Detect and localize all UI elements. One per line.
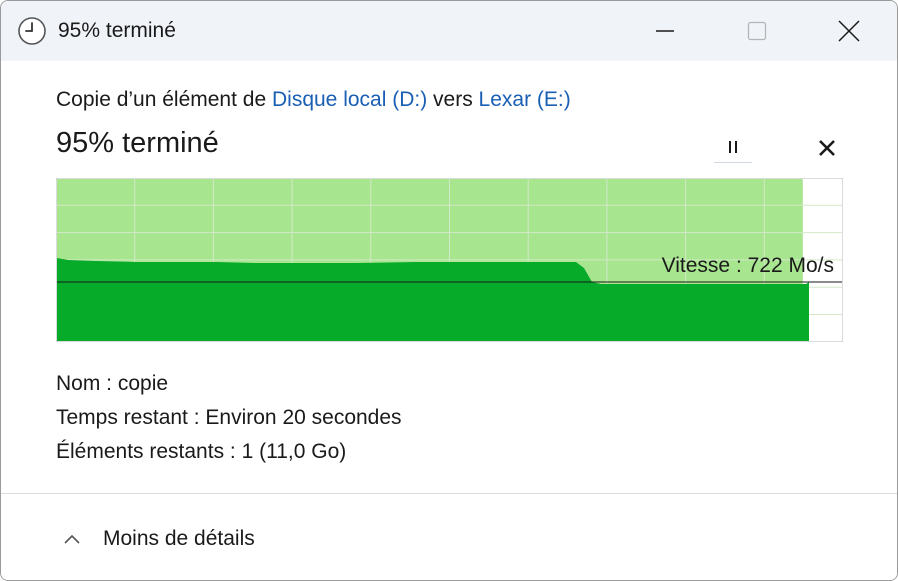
- name-value: copie: [117, 372, 169, 395]
- time-remaining-label: Temps restant :: [56, 406, 200, 429]
- less-details-button[interactable]: Moins de détails: [63, 524, 255, 554]
- items-remaining-value: 1 (11,0 Go): [241, 440, 347, 463]
- clock-icon: [18, 17, 46, 45]
- time-remaining-row: Temps restant : Environ 20 secondes: [56, 401, 402, 435]
- cancel-icon: [819, 140, 835, 156]
- maximize-button[interactable]: [711, 1, 803, 61]
- chevron-up-icon: [64, 534, 80, 544]
- window-title: 95% terminé: [58, 19, 176, 42]
- speed-label: Vitesse : 722 Mo/s: [662, 254, 834, 277]
- cancel-button[interactable]: [811, 132, 843, 164]
- less-details-label: Moins de détails: [103, 527, 255, 550]
- copy-prefix: Copie d’un élément de: [56, 88, 272, 111]
- maximize-icon: [747, 21, 767, 41]
- minimize-icon: [656, 30, 674, 32]
- copy-progress-window: 95% terminé Copie d’un élément de Disque…: [0, 0, 898, 581]
- destination-link[interactable]: Lexar (E:): [479, 88, 571, 111]
- items-remaining-label: Éléments restants :: [56, 440, 236, 463]
- source-link[interactable]: Disque local (D:): [272, 88, 427, 111]
- time-remaining-value: Environ 20 secondes: [205, 406, 402, 429]
- close-button[interactable]: [803, 1, 895, 61]
- copy-middle: vers: [427, 88, 479, 111]
- transfer-speed-graph: Vitesse : 722 Mo/s: [56, 178, 843, 342]
- details-panel: Nom : copie Temps restant : Environ 20 s…: [56, 367, 402, 469]
- name-row: Nom : copie: [56, 367, 402, 401]
- close-icon: [838, 20, 860, 42]
- pause-button[interactable]: [714, 132, 752, 163]
- name-label: Nom :: [56, 372, 113, 395]
- dialog-footer: Moins de détails: [1, 493, 897, 580]
- copy-description: Copie d’un élément de Disque local (D:) …: [56, 88, 571, 112]
- title-bar[interactable]: 95% terminé: [1, 1, 897, 61]
- progress-title: 95% terminé: [56, 127, 219, 159]
- pause-icon: [729, 141, 737, 153]
- minimize-button[interactable]: [619, 1, 711, 61]
- items-remaining-row: Éléments restants : 1 (11,0 Go): [56, 435, 402, 469]
